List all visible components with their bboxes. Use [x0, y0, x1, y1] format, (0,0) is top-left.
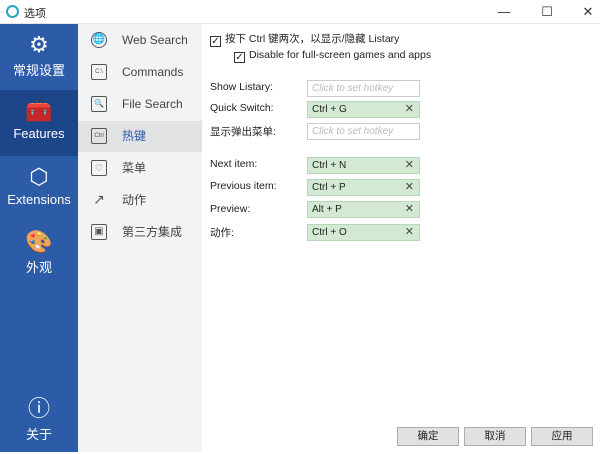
info-icon: ⓘ — [27, 396, 50, 421]
clear-icon[interactable]: ✕ — [405, 180, 414, 195]
clear-icon[interactable]: ✕ — [405, 158, 414, 173]
share-icon: ↗ — [93, 191, 105, 207]
nav-item-integrations[interactable]: ▣ 第三方集成 — [78, 217, 202, 247]
window-title: 选项 — [24, 8, 46, 20]
clear-icon[interactable]: ✕ — [405, 102, 414, 117]
nav-item-menu[interactable]: ♡ 菜单 — [78, 153, 202, 183]
console-icon: C:\ — [91, 64, 107, 80]
quick-switch-hotkey-field[interactable]: Ctrl + G ✕ — [307, 101, 420, 118]
clear-icon[interactable]: ✕ — [405, 202, 414, 217]
keyboard-icon: Ctrl — [91, 128, 107, 144]
close-button[interactable]: ✕ — [574, 3, 600, 21]
clear-icon[interactable]: ✕ — [405, 225, 414, 240]
minimize-button[interactable]: — — [490, 3, 518, 21]
checkbox-checked-icon: ✓ — [234, 52, 245, 63]
preview-hotkey-field[interactable]: Alt + P ✕ — [307, 201, 420, 218]
hotkey-label: Show Listary: — [210, 81, 274, 93]
disable-fullscreen-checkbox[interactable]: ✓ Disable for full-screen games and apps — [234, 49, 431, 63]
double-ctrl-checkbox[interactable]: ✓ 按下 Ctrl 键两次，以显示/隐藏 Listary — [210, 31, 399, 47]
sidebar-item-appearance[interactable]: 🎨 外观 — [0, 229, 78, 287]
apply-button[interactable]: 应用 — [531, 427, 593, 446]
title-bar: 选项 — ☐ ✕ — [0, 0, 600, 24]
hotkey-label: Quick Switch: — [210, 102, 274, 114]
sidebar-item-features[interactable]: 🧰 Features — [0, 90, 78, 156]
sidebar-item-extensions[interactable]: ⬡ Extensions — [0, 164, 78, 222]
checkbox-checked-icon: ✓ — [210, 36, 221, 47]
hotkey-label: Next item: — [210, 158, 258, 170]
nav-item-web-search[interactable]: 🌐 Web Search — [78, 25, 202, 55]
category-sidebar: ⚙ 常规设置 🧰 Features ⬡ Extensions 🎨 外观 ⓘ 关于 — [0, 24, 78, 452]
hotkey-label: 动作: — [210, 227, 234, 239]
palette-icon: 🎨 — [25, 229, 53, 254]
cubes-icon: ⬡ — [29, 164, 49, 189]
hotkey-label: 显示弹出菜单: — [210, 126, 276, 138]
nav-item-file-search[interactable]: 🔍 File Search — [78, 89, 202, 119]
ok-button[interactable]: 确定 — [397, 427, 459, 446]
feature-nav: 🌐 Web Search C:\ Commands 🔍 File Search Ctr… — [78, 24, 202, 452]
globe-icon: 🌐 — [91, 32, 107, 48]
nav-item-commands[interactable]: C:\ Commands — [78, 57, 202, 87]
sidebar-item-general[interactable]: ⚙ 常规设置 — [0, 32, 78, 90]
popup-menu-hotkey-field[interactable]: Click to set hotkey — [307, 123, 420, 140]
previous-item-hotkey-field[interactable]: Ctrl + P ✕ — [307, 179, 420, 196]
nav-item-hotkeys[interactable]: Ctrl 热键 — [78, 121, 202, 152]
nav-item-actions[interactable]: ↗ 动作 — [78, 185, 202, 215]
gear-icon: ⚙ — [29, 32, 49, 57]
file-search-icon: 🔍 — [91, 96, 107, 112]
hotkey-label: Previous item: — [210, 180, 277, 192]
hotkey-label: Preview: — [210, 203, 251, 215]
windows-icon: ▣ — [91, 224, 107, 240]
cancel-button[interactable]: 取消 — [464, 427, 526, 446]
action-hotkey-field[interactable]: Ctrl + O ✕ — [307, 224, 420, 241]
toolbox-icon: 🧰 — [25, 98, 53, 123]
app-logo-icon — [6, 5, 19, 18]
maximize-button[interactable]: ☐ — [533, 3, 561, 21]
next-item-hotkey-field[interactable]: Ctrl + N ✕ — [307, 157, 420, 174]
sidebar-item-about[interactable]: ⓘ 关于 — [0, 396, 78, 454]
show-listary-hotkey-field[interactable]: Click to set hotkey — [307, 80, 420, 97]
folder-heart-icon: ♡ — [91, 160, 107, 176]
